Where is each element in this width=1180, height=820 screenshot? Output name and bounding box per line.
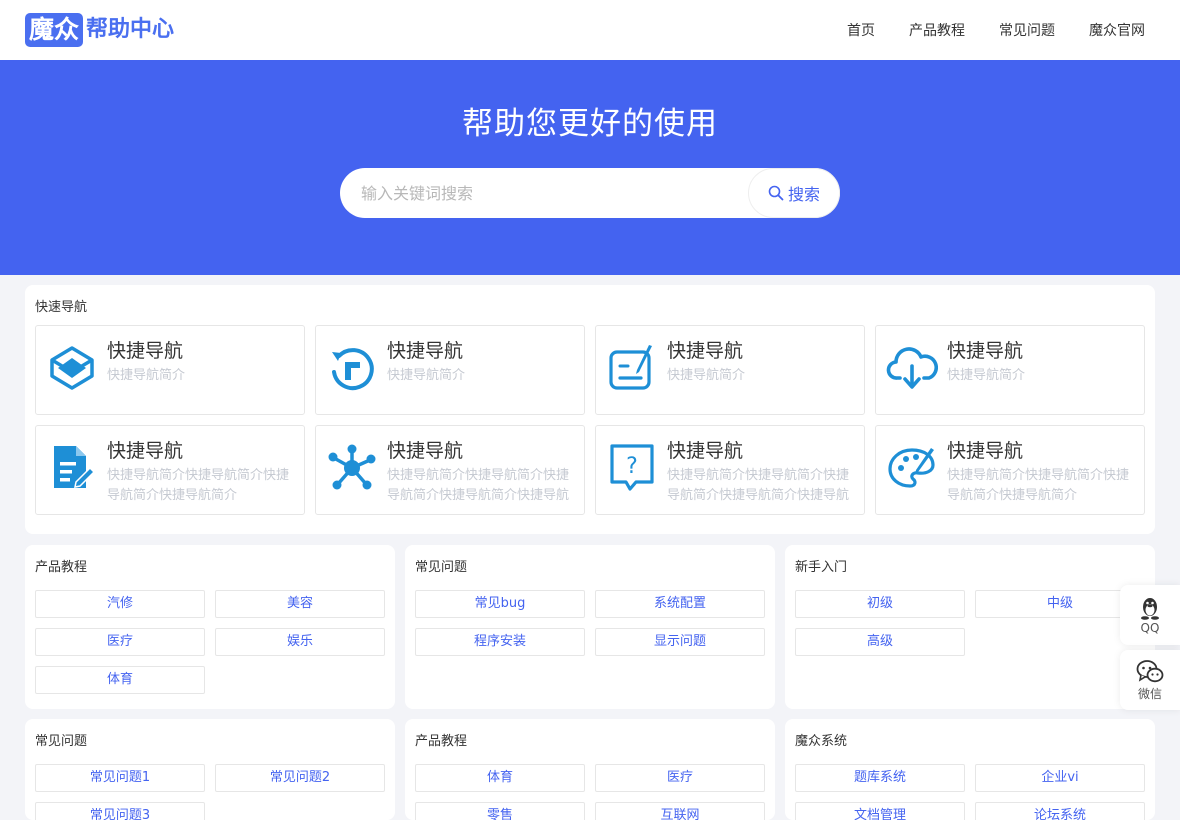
layers-icon [50,346,94,390]
tag-link[interactable]: 娱乐 [215,628,385,656]
tag-link[interactable]: 文档管理 [795,802,965,820]
quick-nav-card[interactable]: ? 快捷导航 快捷导航简介快捷导航简介快捷导航简介快捷导航简介快捷导航 [595,425,865,515]
search-box: 搜索 [340,168,840,218]
svg-text:?: ? [626,454,638,479]
tag-link[interactable]: 常见问题1 [35,764,205,792]
hero-title: 帮助您更好的使用 [462,106,718,142]
quick-nav-card-title: 快捷导航 [947,340,1024,362]
question-bubble-icon: ? [610,444,654,491]
nav-faq[interactable]: 常见问题 [999,20,1055,40]
panel-title: 产品教程 [415,734,468,749]
quick-nav-card-title: 快捷导航 [107,340,184,362]
tag-link[interactable]: 医疗 [35,628,205,656]
tag-link[interactable]: 高级 [795,628,965,656]
refresh-icon [332,348,374,391]
search-icon [768,185,784,201]
tag-link[interactable]: 互联网 [595,802,765,820]
logo-badge: 魔众 [25,13,84,47]
tag-link[interactable]: 美容 [215,590,385,618]
cloud-download-icon [886,347,938,389]
category-panel: 产品教程 汽修 美容 医疗 娱乐 体育 [25,545,395,709]
panel-title: 常见问题 [35,734,88,749]
quick-nav-card-desc: 快捷导航简介 [667,368,746,383]
panel-title: 产品教程 [35,560,88,575]
palette-icon [888,448,935,488]
top-nav: 首页 产品教程 常见问题 魔众官网 [847,20,1155,40]
category-panel: 魔众系统 题库系统 企业vi 文档管理 论坛系统 [785,719,1155,820]
hero-banner: 帮助您更好的使用 搜索 [0,60,1180,275]
panel-title: 魔众系统 [795,734,848,749]
qq-float-button[interactable]: QQ [1120,585,1180,645]
quick-nav-card-desc: 快捷导航简介快捷导航简介快捷导航简介快捷导航简介快捷导航 [387,468,570,503]
panel-title: 新手入门 [795,560,848,575]
wechat-float-button[interactable]: 微信 [1120,650,1180,710]
wechat-label: 微信 [1137,686,1162,701]
qq-label: QQ [1140,621,1160,635]
tag-link[interactable]: 程序安装 [415,628,585,656]
quick-nav-section: 快速导航 快捷导航 快捷导航简介 快捷导航 快捷导航简介 快捷导航 快捷导航简介 [25,285,1155,534]
quick-nav-card-desc: 快捷导航简介 [947,368,1026,383]
quick-nav-card-title: 快捷导航 [387,340,464,362]
search-button[interactable]: 搜索 [748,168,840,218]
quick-nav-card[interactable]: 快捷导航 快捷导航简介快捷导航简介快捷导航简介快捷导航简介 [875,425,1145,515]
logo-text: 帮助中心 [86,17,175,42]
quick-nav-title: 快速导航 [35,300,88,315]
quick-nav-card-title: 快捷导航 [667,340,744,362]
category-panel: 新手入门 初级 中级 高级 [785,545,1155,709]
tag-link[interactable]: 常见bug [415,590,585,618]
quick-nav-card[interactable]: 快捷导航 快捷导航简介 [875,325,1145,415]
quick-nav-card-title: 快捷导航 [387,440,464,462]
quick-nav-card[interactable]: 快捷导航 快捷导航简介 [315,325,585,415]
document-edit-icon [54,446,96,488]
tag-link[interactable]: 医疗 [595,764,765,792]
quick-nav-card-desc: 快捷导航简介 [387,368,466,383]
tag-link[interactable]: 系统配置 [595,590,765,618]
category-panel: 产品教程 体育 医疗 零售 互联网 [405,719,775,820]
category-panel: 常见问题 常见问题1 常见问题2 常见问题3 [25,719,395,820]
quick-nav-card[interactable]: 快捷导航 快捷导航简介快捷导航简介快捷导航简介快捷导航简介 [35,425,305,515]
network-icon [328,444,376,490]
tag-link[interactable]: 论坛系统 [975,802,1145,820]
qq-penguin-icon [1141,598,1159,620]
tag-link[interactable]: 显示问题 [595,628,765,656]
tag-link[interactable]: 初级 [795,590,965,618]
quick-nav-card-desc: 快捷导航简介快捷导航简介快捷导航简介快捷导航简介 [947,468,1130,503]
header: 魔众 帮助中心 首页 产品教程 常见问题 魔众官网 [0,0,1180,60]
wechat-icon [1136,659,1164,682]
tag-link[interactable]: 体育 [35,666,205,694]
tag-link[interactable]: 体育 [415,764,585,792]
category-panel: 常见问题 常见bug 系统配置 程序安装 显示问题 [405,545,775,709]
edit-box-icon [609,345,652,390]
nav-product-tutorial[interactable]: 产品教程 [909,20,965,40]
logo[interactable]: 魔众 帮助中心 [25,13,174,47]
quick-nav-card[interactable]: 快捷导航 快捷导航简介快捷导航简介快捷导航简介快捷导航简介快捷导航 [315,425,585,515]
quick-nav-card-desc: 快捷导航简介 [107,368,186,383]
quick-nav-card-title: 快捷导航 [667,440,744,462]
tag-link[interactable]: 汽修 [35,590,205,618]
quick-nav-card[interactable]: 快捷导航 快捷导航简介 [595,325,865,415]
panel-title: 常见问题 [415,560,468,575]
search-input[interactable] [340,168,748,218]
tag-link[interactable]: 题库系统 [795,764,965,792]
quick-nav-card[interactable]: 快捷导航 快捷导航简介 [35,325,305,415]
quick-nav-card-title: 快捷导航 [107,440,184,462]
tag-link[interactable]: 企业vi [975,764,1145,792]
quick-nav-card-title: 快捷导航 [947,440,1024,462]
quick-nav-card-desc: 快捷导航简介快捷导航简介快捷导航简介快捷导航简介快捷导航 [667,468,850,503]
tag-link[interactable]: 常见问题2 [215,764,385,792]
quick-nav-card-desc: 快捷导航简介快捷导航简介快捷导航简介快捷导航简介 [107,468,290,503]
tag-link[interactable]: 零售 [415,802,585,820]
tag-link[interactable]: 常见问题3 [35,802,205,820]
nav-home[interactable]: 首页 [847,20,875,40]
search-button-label: 搜索 [787,187,820,204]
nav-official-site[interactable]: 魔众官网 [1089,20,1145,40]
